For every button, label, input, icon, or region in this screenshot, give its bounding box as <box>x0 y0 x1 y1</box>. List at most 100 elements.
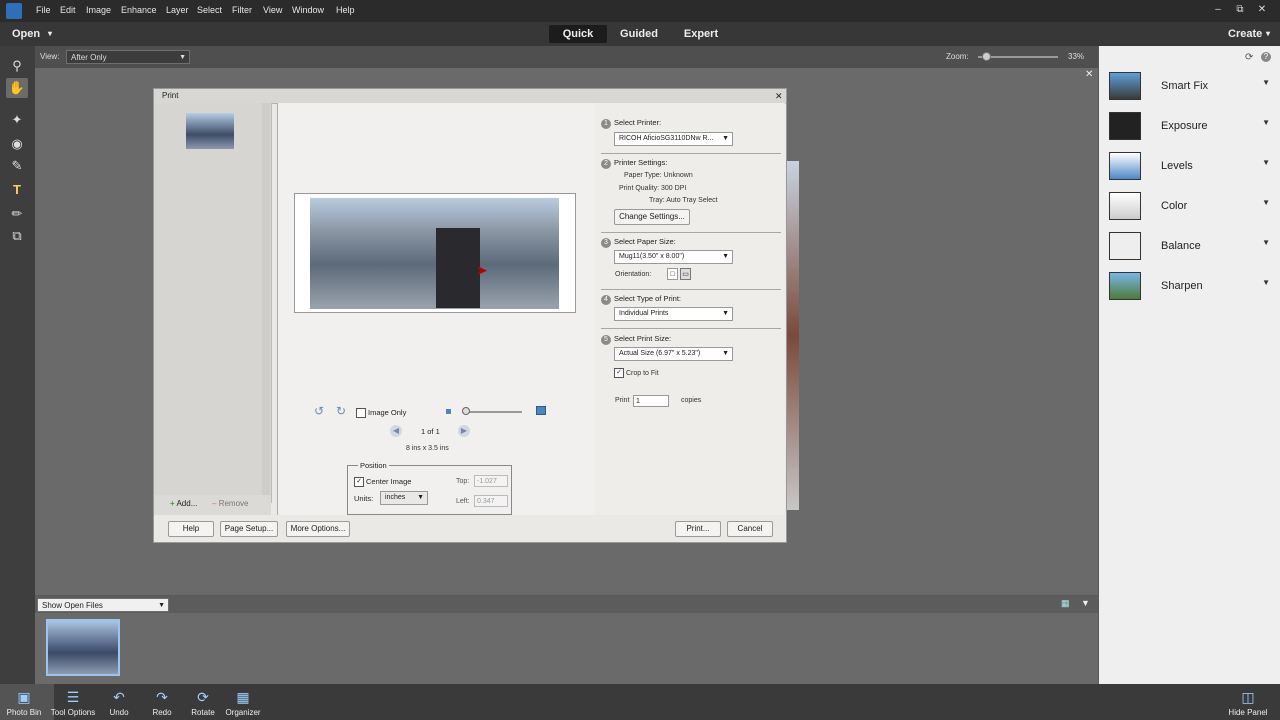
help-icon[interactable]: ? <box>1261 52 1271 62</box>
dialog-titlebar: Print ✕ <box>154 89 786 104</box>
adjustment-label: Color <box>1161 200 1188 212</box>
chevron-down-icon: ▼ <box>722 253 729 260</box>
whiten-teeth-icon[interactable]: ✎ <box>6 156 28 176</box>
printer-dropdown[interactable]: RICOH AficioSG3110DNw R... ▼ <box>614 132 733 146</box>
menu-enhance[interactable]: Enhance <box>121 5 157 15</box>
help-button[interactable]: Help <box>168 521 214 537</box>
remove-button[interactable]: – Remove <box>212 499 248 508</box>
tab-expert[interactable]: Expert <box>672 25 730 43</box>
create-chevron-icon[interactable]: ▾ <box>1266 25 1270 43</box>
chevron-down-icon[interactable]: ▼ <box>1262 198 1270 207</box>
landscape-orientation-icon[interactable]: ▭ <box>680 268 691 280</box>
adjustment-exposure[interactable]: Exposure ▼ <box>1099 110 1280 146</box>
bin-options-icon[interactable]: ▦ <box>1061 598 1070 609</box>
menu-layer[interactable]: Layer <box>166 5 189 15</box>
preview-zoom-handle[interactable] <box>462 407 470 415</box>
print-photo[interactable]: ➤ <box>310 198 559 309</box>
print-size-dropdown[interactable]: Actual Size (6.97" x 5.23") ▼ <box>614 347 733 361</box>
close-window-button[interactable]: ✕ <box>1256 4 1268 16</box>
portrait-orientation-icon[interactable]: □ <box>667 268 678 280</box>
chevron-down-icon[interactable]: ▼ <box>1262 118 1270 127</box>
minimize-button[interactable]: – <box>1212 4 1224 16</box>
open-recent-chevron-icon[interactable]: ▾ <box>48 25 52 43</box>
adjustment-sharpen[interactable]: Sharpen ▼ <box>1099 270 1280 306</box>
chevron-down-icon[interactable]: ▼ <box>1262 158 1270 167</box>
preview-zoom-slider[interactable] <box>462 407 522 415</box>
prev-page-icon[interactable]: ◀ <box>390 425 402 437</box>
show-files-dropdown[interactable]: Show Open Files ▼ <box>37 598 169 612</box>
rotate-right-icon[interactable]: ↻ <box>336 404 346 418</box>
menu-help[interactable]: Help <box>336 5 355 15</box>
menu-file[interactable]: File <box>36 5 51 15</box>
menu-image[interactable]: Image <box>86 5 111 15</box>
close-doc-icon[interactable]: ✕ <box>1085 69 1093 80</box>
print-thumbnails <box>154 103 272 503</box>
step-print-type: 4 Select Type of Print: <box>601 294 681 305</box>
printer-settings-label: Printer Settings: <box>614 158 668 167</box>
chevron-down-icon[interactable]: ▼ <box>1262 78 1270 87</box>
search-icon[interactable]: ⚲ <box>6 56 28 76</box>
adjustment-smart-fix[interactable]: Smart Fix ▼ <box>1099 70 1280 106</box>
zoom-slider-handle[interactable] <box>982 52 991 61</box>
menu-window[interactable]: Window <box>292 5 324 15</box>
adjustment-color[interactable]: Color ▼ <box>1099 190 1280 226</box>
tool-options-icon: ☰ <box>66 689 80 705</box>
print-type-dropdown[interactable]: Individual Prints ▼ <box>614 307 733 321</box>
menu-view[interactable]: View <box>263 5 282 15</box>
create-button[interactable]: Create <box>1228 25 1262 43</box>
menu-filter[interactable]: Filter <box>232 5 252 15</box>
menu-edit[interactable]: Edit <box>60 5 76 15</box>
text-icon[interactable]: T <box>6 180 28 200</box>
paper-size-dropdown[interactable]: Mug11(3.50" x 8.00") ▼ <box>614 250 733 264</box>
units-dropdown[interactable]: inches ▼ <box>380 491 428 505</box>
quick-select-icon[interactable]: ✦ <box>6 110 28 130</box>
crop-icon[interactable]: ⧉ <box>6 226 28 246</box>
thumbnail-scrollbar[interactable] <box>262 103 270 495</box>
zoom-out-icon[interactable] <box>446 409 451 414</box>
bin-collapse-icon[interactable]: ▼ <box>1081 598 1090 608</box>
print-button[interactable]: Print... <box>675 521 721 537</box>
add-button[interactable]: + Add... <box>170 499 197 508</box>
hide-panel-button[interactable]: ◫ Hide Panel <box>1218 684 1278 720</box>
step-printer-settings: 2 Printer Settings: <box>601 158 667 169</box>
red-eye-icon[interactable]: ◉ <box>6 134 28 154</box>
crop-to-fit-checkbox[interactable]: ✓ Crop to Fit <box>614 368 659 378</box>
zoom-slider[interactable] <box>978 52 1058 61</box>
top-input[interactable]: -1.027 <box>474 475 508 487</box>
tab-guided[interactable]: Guided <box>611 25 667 43</box>
print-thumbnail[interactable] <box>186 113 234 149</box>
view-dropdown[interactable]: After Only ▼ <box>66 50 190 64</box>
more-options-button[interactable]: More Options... <box>286 521 350 537</box>
chevron-down-icon[interactable]: ▼ <box>1262 278 1270 287</box>
cancel-button[interactable]: Cancel <box>727 521 773 537</box>
restore-button[interactable]: ⧉ <box>1234 4 1246 16</box>
adjustment-levels[interactable]: Levels ▼ <box>1099 150 1280 186</box>
hand-icon[interactable]: ✋ <box>6 78 28 98</box>
redo-icon: ↷ <box>156 689 168 705</box>
next-page-icon[interactable]: ▶ <box>458 425 470 437</box>
change-settings-button[interactable]: Change Settings... <box>614 209 690 225</box>
chevron-down-icon: ▼ <box>158 602 165 609</box>
left-input[interactable]: 0.347 <box>474 495 508 507</box>
open-button[interactable]: Open <box>12 25 40 43</box>
center-image-checkbox[interactable]: ✓ Center Image <box>354 477 411 488</box>
tab-quick[interactable]: Quick <box>549 25 607 43</box>
zoom-in-icon[interactable] <box>536 406 546 415</box>
menu-select[interactable]: Select <box>197 5 222 15</box>
print-dialog: Print ✕ + Add... – Remove ➤ ↺ ↻ Image On… <box>153 88 787 543</box>
chevron-down-icon: ▼ <box>722 135 729 142</box>
chevron-down-icon[interactable]: ▼ <box>1262 238 1270 247</box>
adjustment-balance[interactable]: Balance ▼ <box>1099 230 1280 266</box>
photo-thumbnail[interactable] <box>46 619 120 676</box>
image-only-checkbox[interactable]: Image Only <box>356 408 406 419</box>
copies-stepper[interactable]: 1 <box>633 395 669 407</box>
print-quality-text: Print Quality: 300 DPI <box>619 185 687 192</box>
adjustment-label: Sharpen <box>1161 280 1203 292</box>
reset-icon[interactable]: ⟳ <box>1245 52 1253 63</box>
organizer-button[interactable]: ▦ Organizer <box>213 684 273 720</box>
rotate-left-icon[interactable]: ↺ <box>314 404 324 418</box>
page-setup-button[interactable]: Page Setup... <box>220 521 278 537</box>
dialog-close-icon[interactable]: ✕ <box>775 89 783 103</box>
print-settings: 1 Select Printer: RICOH AficioSG3110DNw R… <box>595 103 785 515</box>
spot-heal-icon[interactable]: ✏ <box>6 204 28 224</box>
